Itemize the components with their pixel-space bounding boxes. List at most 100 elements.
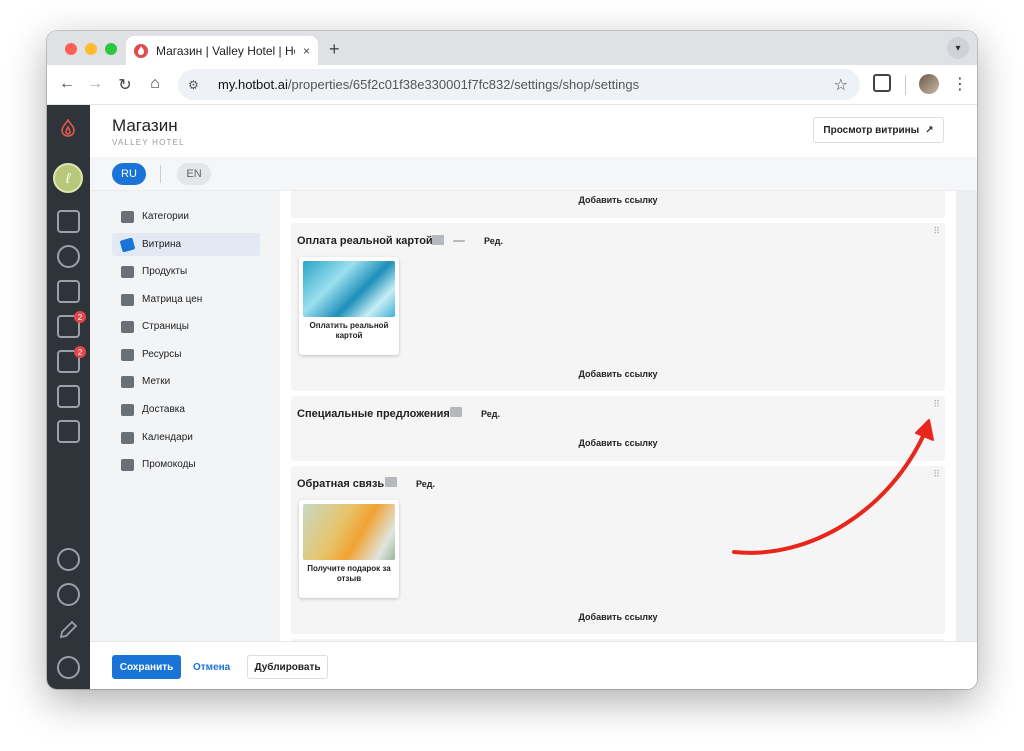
sidebar-item-promocodes[interactable]: Промокоды: [112, 453, 260, 476]
edit-block-link[interactable]: Ред.: [481, 409, 500, 419]
action-footer: Сохранить Отмена Дублировать: [90, 641, 977, 689]
lang-en-tab[interactable]: EN: [177, 163, 211, 185]
sidebar-item-delivery[interactable]: Доставка: [112, 398, 260, 421]
property-avatar[interactable]: ℓ: [53, 163, 83, 193]
sidebar-item-label: Промокоды: [142, 459, 196, 470]
sidebar-item-label: Страницы: [142, 321, 189, 332]
pencil-icon[interactable]: [57, 619, 80, 642]
showcase-block-previous: Добавить ссылку: [291, 191, 945, 218]
block-title: Оплата реальной картой: [297, 235, 433, 247]
external-link-icon: ↗: [925, 124, 934, 136]
service-badge: 2: [74, 311, 86, 323]
shop-sidebar: Категории Витрина Продукты Матрица цен С…: [90, 191, 280, 641]
minimize-window-button[interactable]: [85, 43, 97, 55]
add-link-button[interactable]: Добавить ссылку: [291, 195, 945, 205]
analytics-icon[interactable]: [57, 210, 80, 233]
sidebar-item-price-matrix[interactable]: Матрица цен: [112, 288, 260, 311]
tab-title: Магазин | Valley Hotel | Hotbot: [156, 43, 295, 58]
new-tab-button[interactable]: +: [329, 39, 340, 60]
maximize-window-button[interactable]: [105, 43, 117, 55]
close-tab-icon[interactable]: ×: [303, 44, 310, 58]
sidebar-item-label: Ресурсы: [142, 349, 182, 360]
cancel-button[interactable]: Отмена: [193, 655, 230, 679]
drag-handle-icon[interactable]: ⠿: [933, 400, 940, 409]
language-bar: RU EN: [90, 157, 977, 191]
drag-handle-icon[interactable]: ⠿: [933, 470, 940, 479]
site-info-icon[interactable]: ⚙: [188, 78, 206, 92]
showcase-block-feedback: Обратная связь Ред. ⠿ Получите подарок з…: [291, 466, 945, 634]
sidebar-item-showcase[interactable]: Витрина: [112, 233, 260, 256]
sidebar-item-tags[interactable]: Метки: [112, 370, 260, 393]
sidebar-item-label: Витрина: [142, 239, 182, 250]
label-icon: [121, 375, 134, 388]
edit-block-link[interactable]: Ред.: [484, 236, 503, 246]
list-layout-icon[interactable]: [385, 477, 397, 487]
showcase-content: Добавить ссылку Оплата реальной картой Р…: [280, 191, 956, 641]
content-scrollbar[interactable]: [956, 191, 977, 641]
resource-icon: [121, 348, 134, 361]
reload-icon[interactable]: ↻: [115, 75, 135, 95]
link-card[interactable]: Получите подарок за отзыв: [299, 500, 399, 598]
sidebar-item-categories[interactable]: Категории: [112, 205, 260, 228]
cart-badge: 2: [74, 346, 86, 358]
card-label: Получите подарок за отзыв: [307, 564, 391, 583]
lang-ru-tab[interactable]: RU: [112, 163, 146, 185]
browser-tab[interactable]: Магазин | Valley Hotel | Hotbot ×: [126, 36, 318, 65]
close-window-button[interactable]: [65, 43, 77, 55]
card-image: [303, 261, 395, 317]
link-card[interactable]: Оплатить реальной картой: [299, 257, 399, 355]
window-controls: [65, 43, 117, 55]
hotbot-logo-icon[interactable]: [60, 118, 76, 142]
browser-window: Магазин | Valley Hotel | Hotbot × + ▾ ← …: [47, 31, 977, 689]
sidebar-item-calendars[interactable]: Календари: [112, 426, 260, 449]
url-path: /properties/65f2c01f38e330001f7fc832/set…: [287, 77, 640, 92]
inbox-download-icon[interactable]: [57, 280, 80, 303]
hotbot-favicon-icon: [134, 43, 148, 58]
tab-search-chevron-icon[interactable]: ▾: [947, 37, 969, 59]
grid-icon: [121, 265, 134, 278]
list-layout-icon[interactable]: [432, 235, 444, 245]
block-title: Специальные предложения: [297, 408, 450, 420]
mail-icon[interactable]: [57, 385, 80, 408]
add-link-button[interactable]: Добавить ссылку: [291, 612, 945, 622]
truck-icon: [121, 403, 134, 416]
sidebar-item-pages[interactable]: Страницы: [112, 315, 260, 338]
sidebar-item-label: Матрица цен: [142, 294, 203, 305]
sidebar-item-resources[interactable]: Ресурсы: [112, 343, 260, 366]
left-rail: ℓ 2 2: [47, 105, 90, 689]
settings-gear-icon[interactable]: [57, 548, 80, 571]
save-button[interactable]: Сохранить: [112, 655, 181, 679]
url-text: my.hotbot.ai/properties/65f2c01f38e33000…: [218, 77, 639, 92]
language-divider: [160, 165, 161, 183]
address-bar[interactable]: ⚙ my.hotbot.ai/properties/65f2c01f38e330…: [178, 69, 860, 100]
block-title: Обратная связь: [297, 478, 385, 490]
tag-icon: [119, 237, 136, 252]
browser-menu-icon[interactable]: ⋮: [952, 74, 968, 94]
home-icon[interactable]: ⌂: [145, 75, 165, 93]
url-domain: my.hotbot.ai: [218, 77, 288, 92]
bookmark-star-icon[interactable]: ☆: [834, 75, 848, 95]
sidebar-item-products[interactable]: Продукты: [112, 260, 260, 283]
tasks-check-icon[interactable]: [57, 245, 80, 268]
grid-layout-icon[interactable]: [450, 407, 462, 417]
promo-icon: [121, 458, 134, 471]
back-arrow-icon[interactable]: ←: [57, 75, 77, 93]
add-link-button[interactable]: Добавить ссылку: [291, 369, 945, 379]
divider-layout-icon[interactable]: [453, 240, 465, 242]
card-label: Оплатить реальной картой: [309, 321, 389, 340]
browser-toolbar: ← → ↻ ⌂ ⚙ my.hotbot.ai/properties/65f2c0…: [47, 65, 977, 105]
profile-avatar[interactable]: [919, 74, 939, 94]
drag-handle-icon[interactable]: ⠿: [933, 227, 940, 236]
storefront-preview-button[interactable]: Просмотр витрины ↗: [813, 117, 944, 143]
edit-block-link[interactable]: Ред.: [416, 479, 435, 489]
user-profile-icon[interactable]: [57, 583, 80, 606]
sidebar-item-label: Категории: [142, 211, 189, 222]
help-icon[interactable]: [57, 656, 80, 679]
add-link-button[interactable]: Добавить ссылку: [291, 438, 945, 448]
sidebar-item-label: Продукты: [142, 266, 188, 277]
duplicate-button[interactable]: Дублировать: [247, 655, 328, 679]
chat-icon[interactable]: [57, 420, 80, 443]
extensions-icon[interactable]: [873, 74, 891, 92]
forward-arrow-icon[interactable]: →: [85, 75, 105, 93]
preview-button-label: Просмотр витрины: [823, 124, 920, 136]
